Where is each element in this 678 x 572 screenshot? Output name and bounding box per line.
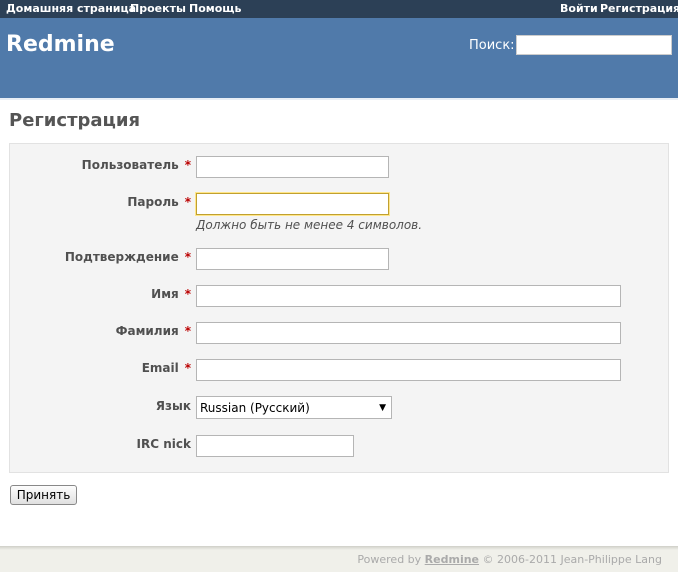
required-marker: * [184, 287, 191, 301]
password-confirmation-field[interactable] [196, 248, 389, 270]
language-label: Язык [155, 399, 191, 413]
submit-button[interactable]: Принять [10, 485, 77, 505]
dropdown-arrow-icon: ▼ [379, 403, 386, 413]
required-marker: * [184, 324, 191, 338]
search-input[interactable] [516, 35, 672, 55]
language-select[interactable]: Russian (Русский) ▼ [196, 396, 392, 419]
irc-nick-label: IRC nick [136, 437, 191, 451]
footer-text: Powered by Redmine © 2006-2011 Jean-Phil… [357, 553, 662, 566]
required-marker: * [184, 361, 191, 375]
required-marker: * [184, 250, 191, 264]
top-menu-projects-link[interactable]: Проекты [130, 2, 186, 16]
top-menu: Домашняя страница Проекты Помощь Войти Р… [0, 0, 678, 18]
search-label: Поиск: [469, 38, 515, 53]
top-menu-help-link[interactable]: Помощь [189, 2, 241, 16]
password-hint: Должно быть не менее 4 символов. [196, 218, 423, 232]
lastname-label: Фамилия * [115, 324, 191, 338]
firstname-label: Имя * [151, 287, 191, 301]
header-divider [0, 98, 678, 100]
irc-nick-field[interactable] [196, 435, 354, 457]
top-menu-login-link[interactable]: Войти [560, 2, 598, 16]
required-marker: * [184, 158, 191, 172]
footer-redmine-link[interactable]: Redmine [425, 553, 479, 566]
top-menu-home-link[interactable]: Домашняя страница [6, 2, 136, 16]
footer: Powered by Redmine © 2006-2011 Jean-Phil… [0, 550, 678, 572]
firstname-field[interactable] [196, 285, 621, 307]
top-menu-register-link[interactable]: Регистрация [600, 2, 678, 16]
footer-copyright: © 2006-2011 Jean-Philippe Lang [482, 553, 662, 566]
username-label: Пользователь * [81, 158, 191, 172]
app-title[interactable]: Redmine [6, 31, 115, 59]
email-label: Email * [141, 361, 191, 375]
footer-prefix: Powered by [357, 553, 422, 566]
username-field[interactable] [196, 156, 389, 178]
language-select-value: Russian (Русский) [200, 401, 310, 415]
page-title: Регистрация [9, 110, 141, 131]
header: Redmine Поиск: [0, 18, 678, 98]
email-field[interactable] [196, 359, 621, 381]
required-marker: * [184, 195, 191, 209]
password-label: Пароль * [127, 195, 191, 209]
confirmation-label: Подтверждение * [64, 250, 191, 264]
lastname-field[interactable] [196, 322, 621, 344]
password-field[interactable] [196, 193, 389, 215]
